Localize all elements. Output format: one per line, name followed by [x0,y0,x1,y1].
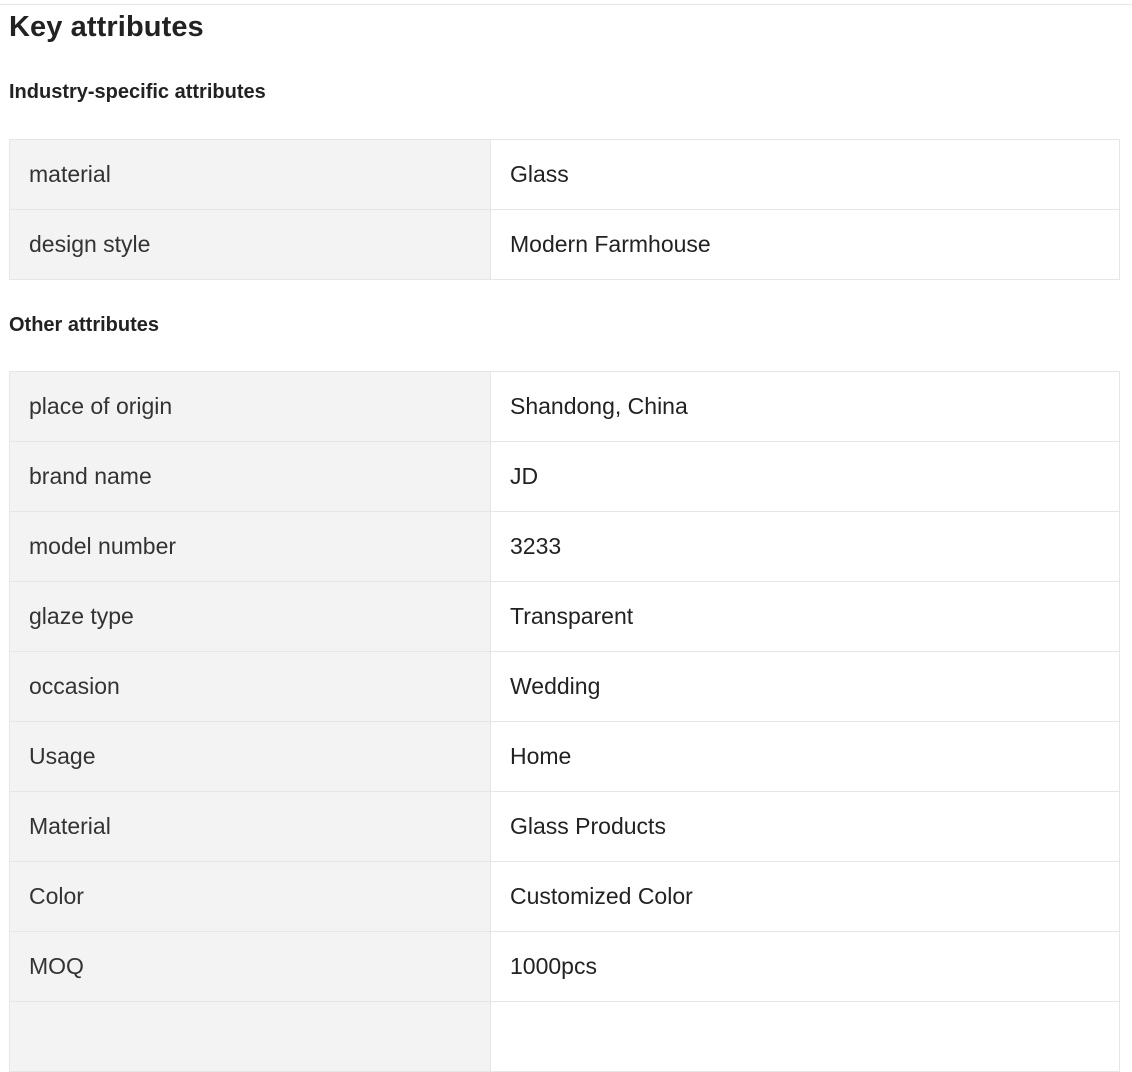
attribute-value: Glass Products [490,791,1120,862]
table-row: material Glass [9,139,1120,210]
table-row: Color Customized Color [9,861,1120,932]
attribute-value: Customized Color [490,861,1120,932]
table-row: model number 3233 [9,511,1120,582]
table-row [9,1001,1120,1072]
attribute-value: 3233 [490,511,1120,582]
table-row: occasion Wedding [9,651,1120,722]
attribute-value: Shandong, China [490,371,1120,442]
table-row: brand name JD [9,441,1120,512]
attribute-name: MOQ [9,931,491,1002]
attribute-name: design style [9,209,491,280]
table-row: glaze type Transparent [9,581,1120,652]
attribute-name: Color [9,861,491,932]
attribute-value: Wedding [490,651,1120,722]
attribute-name: brand name [9,441,491,512]
table-row: MOQ 1000pcs [9,931,1120,1002]
attribute-name: occasion [9,651,491,722]
attribute-value: JD [490,441,1120,512]
table-row: design style Modern Farmhouse [9,209,1120,280]
other-attributes-table: place of origin Shandong, China brand na… [9,371,1120,1072]
attribute-name [9,1001,491,1072]
table-row: place of origin Shandong, China [9,371,1120,442]
attribute-value: 1000pcs [490,931,1120,1002]
attribute-value: Glass [490,139,1120,210]
page-title: Key attributes [9,11,204,43]
attribute-name: model number [9,511,491,582]
attribute-name: Usage [9,721,491,792]
attribute-name: Material [9,791,491,862]
attribute-value [490,1001,1120,1072]
attribute-value: Transparent [490,581,1120,652]
top-divider [0,4,1132,5]
attribute-name: material [9,139,491,210]
industry-attributes-heading: Industry-specific attributes [9,81,266,103]
industry-attributes-table: material Glass design style Modern Farmh… [9,139,1120,280]
attribute-name: place of origin [9,371,491,442]
table-row: Usage Home [9,721,1120,792]
attribute-value: Home [490,721,1120,792]
other-attributes-heading: Other attributes [9,314,160,336]
attribute-name: glaze type [9,581,491,652]
table-row: Material Glass Products [9,791,1120,862]
attribute-value: Modern Farmhouse [490,209,1120,280]
